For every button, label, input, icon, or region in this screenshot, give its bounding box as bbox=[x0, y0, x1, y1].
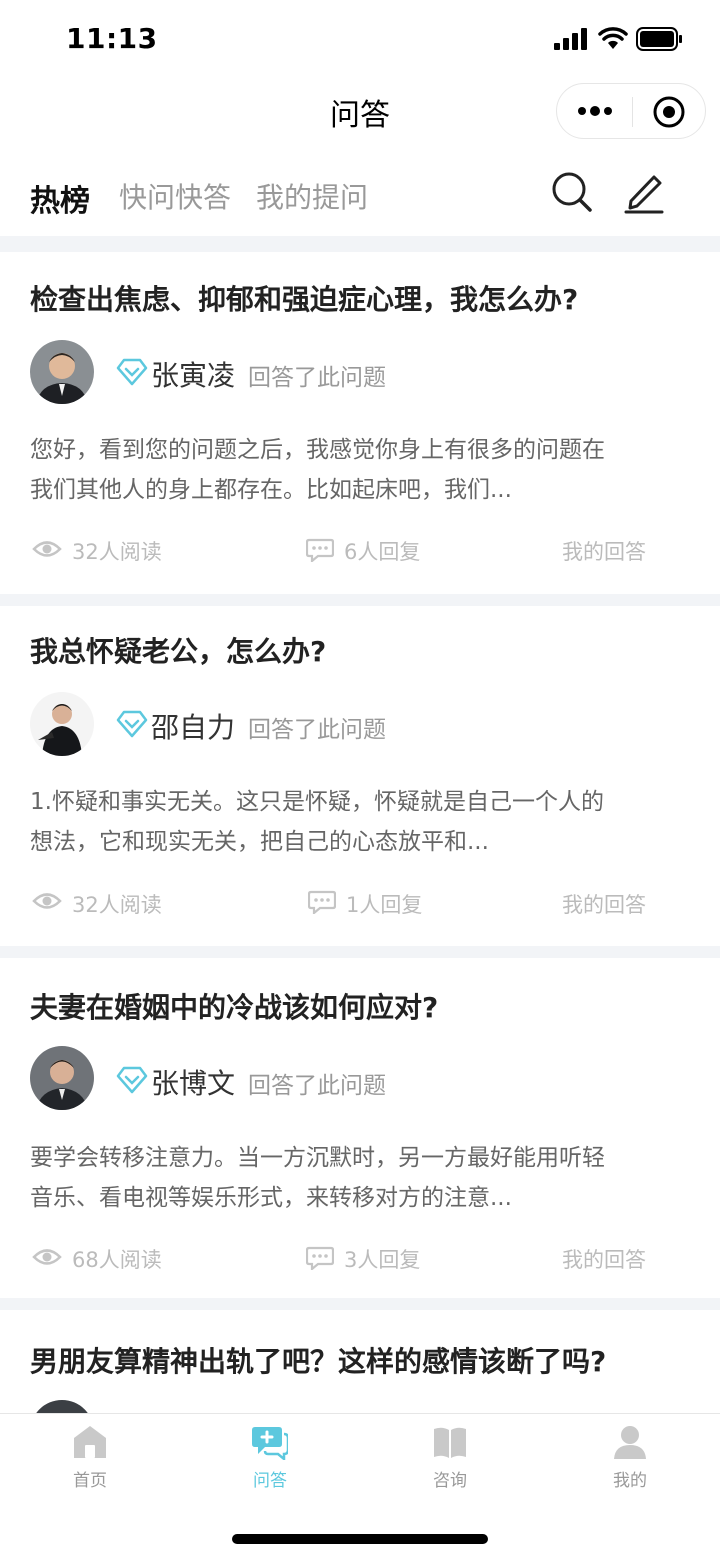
close-miniprogram-icon[interactable] bbox=[651, 94, 687, 130]
tab-bar-item-qa[interactable]: 问答 bbox=[220, 1424, 320, 1491]
tab-bar-label: 咨询 bbox=[433, 1471, 467, 1491]
tab-quick-qa[interactable]: 快问快答 bbox=[119, 176, 231, 216]
my-answer-link[interactable]: 我的回答 bbox=[562, 536, 646, 566]
edit-pen-icon[interactable] bbox=[622, 168, 666, 214]
avatar[interactable] bbox=[30, 692, 94, 756]
qa-icon bbox=[252, 1427, 288, 1460]
read-count: 32人阅读 bbox=[72, 893, 162, 917]
tab-my-questions[interactable]: 我的提问 bbox=[256, 176, 368, 216]
nav-bar: 问答 bbox=[0, 80, 720, 144]
answered-label: 回答了此问题 bbox=[248, 717, 386, 743]
tab-bar-label: 我的 bbox=[613, 1471, 647, 1491]
cellular-signal-icon bbox=[554, 28, 587, 50]
capsule-divider bbox=[632, 97, 633, 127]
home-icon bbox=[74, 1426, 106, 1458]
question-card[interactable]: 夫妻在婚姻中的冷战该如何应对? 张博文 回答了此问题 要学会转移注意力。当一方沉… bbox=[0, 958, 720, 1298]
answer-excerpt-line: 我们其他人的身上都存在。比如起床吧，我们... bbox=[30, 477, 512, 503]
tab-bar-label: 问答 bbox=[253, 1471, 287, 1491]
question-card[interactable]: 检查出焦虑、抑郁和强迫症心理，我怎么办? 张寅凌 回答了此问题 您好，看到您的问… bbox=[0, 252, 720, 594]
tab-hot-list[interactable]: 热榜 bbox=[30, 176, 90, 220]
verified-diamond-icon bbox=[116, 1066, 148, 1094]
section-divider bbox=[0, 236, 720, 252]
book-icon bbox=[434, 1427, 466, 1458]
answer-excerpt-line: 1.怀疑和事实无关。这只是怀疑，怀疑就是自己一个人的 bbox=[30, 789, 604, 815]
answer-excerpt-line: 要学会转移注意力。当一方沉默时，另一方最好能用听轻 bbox=[30, 1145, 605, 1171]
comment-icon bbox=[306, 538, 334, 562]
question-title[interactable]: 我总怀疑老公，怎么办? bbox=[30, 630, 326, 670]
search-icon[interactable] bbox=[550, 170, 594, 214]
question-title[interactable]: 夫妻在婚姻中的冷战该如何应对? bbox=[30, 986, 438, 1026]
wifi-icon bbox=[598, 27, 628, 49]
status-time: 11:13 bbox=[66, 22, 158, 55]
answer-excerpt[interactable]: 1.怀疑和事实无关。这只是怀疑，怀疑就是自己一个人的 想法，它和现实无关，把自己… bbox=[30, 782, 692, 862]
comment-icon bbox=[308, 890, 336, 914]
comment-icon bbox=[306, 1246, 334, 1270]
question-card[interactable]: 我总怀疑老公，怎么办? 邵自力 回答了此问题 1.怀疑和事实无关。这只是怀疑，怀… bbox=[0, 606, 720, 946]
answered-label: 回答了此问题 bbox=[248, 1073, 386, 1099]
read-count: 68人阅读 bbox=[72, 1248, 162, 1272]
answer-excerpt-line: 想法，它和现实无关，把自己的心态放平和... bbox=[30, 829, 489, 855]
user-icon bbox=[614, 1426, 646, 1459]
reply-count: 3人回复 bbox=[344, 1248, 421, 1272]
question-title[interactable]: 检查出焦虑、抑郁和强迫症心理，我怎么办? bbox=[30, 278, 578, 318]
read-count: 32人阅读 bbox=[72, 540, 162, 564]
section-divider bbox=[0, 594, 720, 606]
tab-bar-item-mine[interactable]: 我的 bbox=[580, 1424, 680, 1491]
battery-icon bbox=[636, 27, 682, 51]
status-bar: 11:13 bbox=[0, 0, 720, 80]
tab-bar-item-consult[interactable]: 咨询 bbox=[400, 1424, 500, 1491]
question-card[interactable]: 男朋友算精神出轨了吧？这样的感情该断了吗? bbox=[0, 1310, 720, 1413]
tab-bar-item-home[interactable]: 首页 bbox=[40, 1424, 140, 1491]
question-title[interactable]: 男朋友算精神出轨了吧？这样的感情该断了吗? bbox=[30, 1340, 606, 1380]
section-divider bbox=[0, 946, 720, 958]
answerer-name[interactable]: 张博文 bbox=[151, 1062, 235, 1102]
eye-icon bbox=[32, 541, 62, 557]
answer-excerpt-line: 音乐、看电视等娱乐形式，来转移对方的注意... bbox=[30, 1185, 512, 1211]
avatar[interactable] bbox=[30, 340, 94, 404]
eye-icon bbox=[32, 1249, 62, 1265]
home-indicator[interactable] bbox=[232, 1534, 488, 1544]
verified-diamond-icon bbox=[116, 710, 148, 738]
answered-label: 回答了此问题 bbox=[248, 365, 386, 391]
verified-diamond-icon bbox=[116, 358, 148, 386]
more-dots-icon[interactable] bbox=[575, 96, 615, 126]
answer-excerpt[interactable]: 您好，看到您的问题之后，我感觉你身上有很多的问题在 我们其他人的身上都存在。比如… bbox=[30, 430, 692, 510]
category-tabs: 热榜 快问快答 我的提问 bbox=[0, 160, 720, 230]
answer-excerpt-line: 您好，看到您的问题之后，我感觉你身上有很多的问题在 bbox=[30, 437, 605, 463]
reply-count: 6人回复 bbox=[344, 540, 421, 564]
reply-count: 1人回复 bbox=[346, 893, 423, 917]
answer-excerpt[interactable]: 要学会转移注意力。当一方沉默时，另一方最好能用听轻 音乐、看电视等娱乐形式，来转… bbox=[30, 1138, 692, 1218]
avatar[interactable] bbox=[30, 1400, 94, 1413]
section-divider bbox=[0, 1298, 720, 1310]
my-answer-link[interactable]: 我的回答 bbox=[562, 1244, 646, 1274]
answerer-name[interactable]: 邵自力 bbox=[151, 706, 235, 746]
my-answer-link[interactable]: 我的回答 bbox=[562, 889, 646, 919]
miniprogram-capsule bbox=[556, 83, 706, 139]
tab-bar-label: 首页 bbox=[73, 1471, 107, 1491]
avatar[interactable] bbox=[30, 1046, 94, 1110]
eye-icon bbox=[32, 893, 62, 909]
answerer-name[interactable]: 张寅凌 bbox=[151, 354, 235, 394]
